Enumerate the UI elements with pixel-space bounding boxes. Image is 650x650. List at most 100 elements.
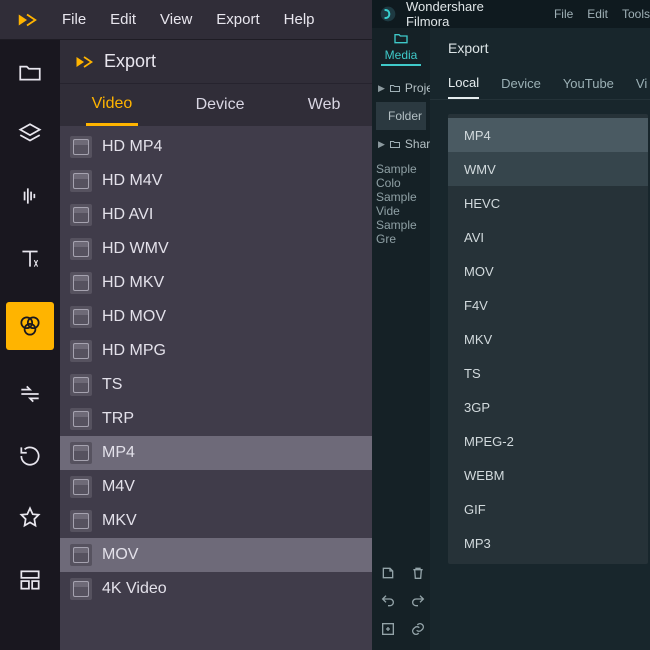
format-row[interactable]: 4K Video [60, 572, 372, 606]
export-tab-device[interactable]: Device [501, 68, 541, 99]
filmora-logo-icon [380, 6, 396, 22]
filmora-titlebar: Wondershare Filmora File Edit Tools [372, 0, 650, 28]
right-app-window: Wondershare Filmora File Edit Tools Medi… [372, 0, 650, 650]
fl-menu-file[interactable]: File [554, 7, 573, 21]
left-main-panel: Export Video Device Web HD MP4HD M4VHD A… [60, 40, 372, 650]
fl-menu-tools[interactable]: Tools [622, 7, 650, 21]
star-icon[interactable] [12, 500, 48, 536]
fl-menu-edit[interactable]: Edit [587, 7, 608, 21]
video-file-icon [70, 510, 92, 532]
format-row[interactable]: HD MPG [60, 334, 372, 368]
layers-icon[interactable] [12, 116, 48, 152]
export-tab-vimeo[interactable]: Vi [636, 68, 647, 99]
format-label: TS [102, 376, 122, 394]
format-row[interactable]: HD WMV [60, 232, 372, 266]
format-row[interactable]: MKV [60, 504, 372, 538]
export-format-row[interactable]: 3GP [448, 390, 648, 424]
text-icon[interactable] [12, 240, 48, 276]
tree-item-shared[interactable]: ▶ Share [376, 130, 426, 158]
sample-item[interactable]: Sample Colo [376, 162, 430, 190]
format-row[interactable]: M4V [60, 470, 372, 504]
video-file-icon [70, 272, 92, 294]
export-format-row[interactable]: MP3 [448, 526, 648, 560]
format-row[interactable]: TRP [60, 402, 372, 436]
folder-icon [389, 80, 401, 96]
format-row[interactable]: HD MKV [60, 266, 372, 300]
media-tab[interactable]: Media [372, 28, 430, 68]
export-icon[interactable] [380, 565, 396, 581]
link-icon[interactable] [410, 621, 426, 637]
caret-right-icon: ▶ [378, 83, 385, 94]
export-format-list[interactable]: MP4WMVHEVCAVIMOVF4VMKVTS3GPMPEG-2WEBMGIF… [448, 114, 648, 564]
export-panel-header: Export [60, 40, 372, 84]
export-format-row[interactable]: WMV [448, 152, 648, 186]
export-dialog-title: Export [430, 28, 650, 68]
export-tab-youtube[interactable]: YouTube [563, 68, 614, 99]
export-format-row[interactable]: TS [448, 356, 648, 390]
format-label: MKV [102, 512, 137, 530]
menu-view[interactable]: View [160, 11, 192, 28]
menu-export[interactable]: Export [216, 11, 259, 28]
undo-icon[interactable] [380, 593, 396, 609]
format-label: HD MPG [102, 342, 166, 360]
export-panel-title: Export [104, 51, 156, 72]
video-file-icon [70, 374, 92, 396]
media-label: Media [385, 48, 418, 62]
effects-icon[interactable] [6, 302, 54, 350]
folder-open-icon [393, 30, 409, 46]
tree-item-project[interactable]: ▶ Proje [376, 74, 426, 102]
format-row[interactable]: HD M4V [60, 164, 372, 198]
tree-label: Proje [405, 81, 433, 95]
video-file-icon [70, 578, 92, 600]
left-app-window: File Edit View Export Help Export [0, 0, 372, 650]
menu-edit[interactable]: Edit [110, 11, 136, 28]
format-row[interactable]: HD MOV [60, 300, 372, 334]
tab-video[interactable]: Video [86, 84, 139, 126]
menu-file[interactable]: File [62, 11, 86, 28]
transition-icon[interactable] [12, 376, 48, 412]
tab-web[interactable]: Web [302, 84, 347, 126]
tree-item-folder[interactable]: Folder [376, 102, 426, 130]
format-list[interactable]: HD MP4HD M4VHD AVIHD WMV HD MKV HD MOV HD M… [60, 126, 372, 650]
export-format-row[interactable]: F4V [448, 288, 648, 322]
export-tabs: Video Device Web [60, 84, 372, 126]
tab-device[interactable]: Device [190, 84, 251, 126]
format-label: HD MKV [102, 274, 164, 292]
folder-icon[interactable] [12, 54, 48, 90]
format-label: TRP [102, 410, 134, 428]
video-file-icon [70, 476, 92, 498]
rotate-icon[interactable] [12, 438, 48, 474]
export-format-row[interactable]: MKV [448, 322, 648, 356]
export-format-row[interactable]: MPEG-2 [448, 424, 648, 458]
trash-icon[interactable] [410, 565, 426, 581]
app-logo-icon [16, 9, 38, 31]
export-logo-icon [74, 52, 94, 72]
sample-list: Sample Colo Sample Vide Sample Gre [372, 158, 430, 246]
video-file-icon [70, 306, 92, 328]
export-format-row[interactable]: AVI [448, 220, 648, 254]
menu-help[interactable]: Help [284, 11, 315, 28]
audio-wave-icon[interactable] [12, 178, 48, 214]
export-format-row[interactable]: MOV [448, 254, 648, 288]
redo-icon[interactable] [410, 593, 426, 609]
project-tree: ▶ Proje Folder ▶ Share [372, 68, 430, 158]
format-label: MOV [102, 546, 138, 564]
export-format-row[interactable]: WEBM [448, 458, 648, 492]
add-icon[interactable] [380, 621, 396, 637]
format-row[interactable]: MP4 [60, 436, 372, 470]
export-format-row[interactable]: HEVC [448, 186, 648, 220]
format-row[interactable]: HD AVI [60, 198, 372, 232]
export-format-row[interactable]: MP4 [448, 118, 648, 152]
sample-item[interactable]: Sample Vide [376, 190, 430, 218]
sample-item[interactable]: Sample Gre [376, 218, 430, 246]
template-icon[interactable] [12, 562, 48, 598]
format-label: MP4 [102, 444, 135, 462]
export-format-row[interactable]: GIF [448, 492, 648, 526]
format-row[interactable]: TS [60, 368, 372, 402]
video-file-icon [70, 340, 92, 362]
export-tab-local[interactable]: Local [448, 68, 479, 99]
format-row[interactable]: HD MP4 [60, 130, 372, 164]
format-row[interactable]: MOV [60, 538, 372, 572]
video-file-icon [70, 544, 92, 566]
folder-icon [389, 136, 401, 152]
